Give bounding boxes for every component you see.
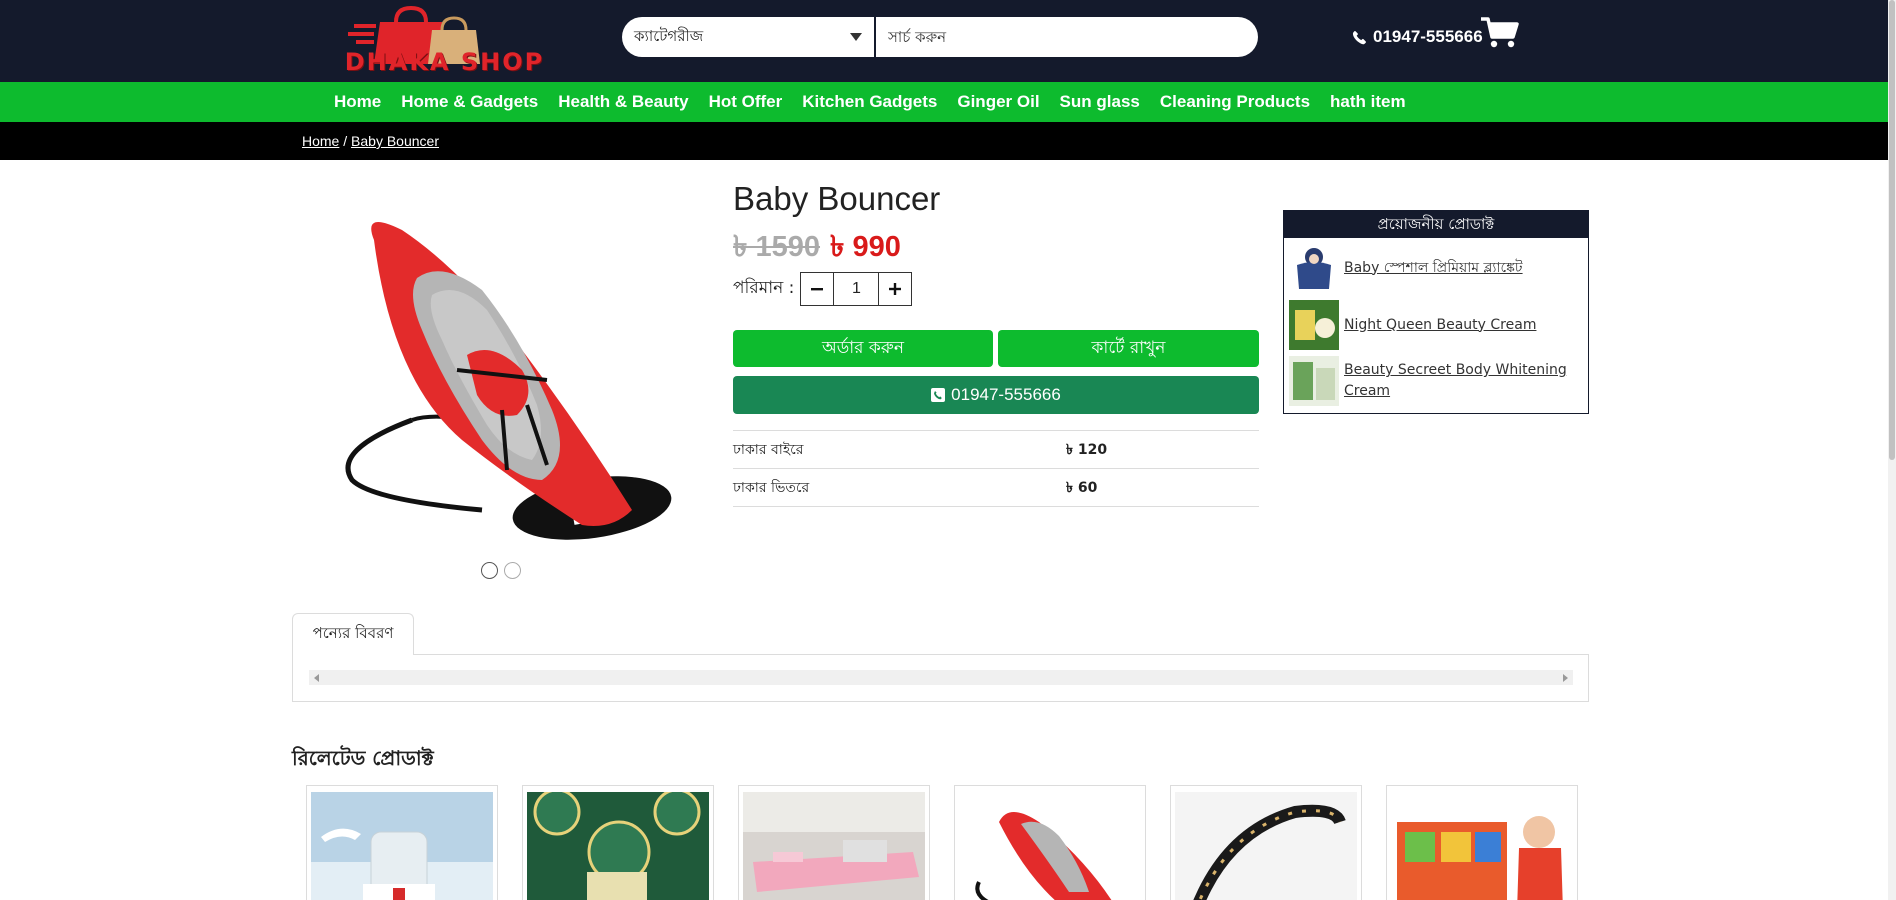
dhaka-shop-logo[interactable]: DHAKA SHOP bbox=[292, 5, 597, 78]
scroll-right-icon[interactable] bbox=[1563, 674, 1568, 682]
shipping-value: ৳ 120 bbox=[1066, 430, 1259, 469]
top-header: DHAKA SHOP ক্যাটেগরীজ 01947-555666 bbox=[0, 0, 1896, 82]
nav-item-sun-glass[interactable]: Sun glass bbox=[1050, 92, 1150, 112]
quantity-row: পরিমান : bbox=[733, 272, 913, 306]
phone-square-icon bbox=[931, 388, 946, 402]
breadcrumb-home-link[interactable]: Home bbox=[302, 133, 339, 149]
baby-bouncer-image bbox=[345, 222, 672, 540]
recommended-item[interactable]: Baby স্পেশাল প্রিমিয়াম ব্ল্যাঙ্কেট bbox=[1289, 243, 1585, 293]
related-product-image bbox=[743, 792, 925, 900]
nav-item-health-beauty[interactable]: Health & Beauty bbox=[548, 92, 698, 112]
call-button-label: 01947-555666 bbox=[951, 385, 1061, 404]
recommended-item-link[interactable]: Beauty Secreet Body Whitening Cream bbox=[1344, 360, 1585, 402]
add-to-cart-label: কার্টে রাখুন bbox=[1091, 337, 1166, 358]
product-image-gallery[interactable] bbox=[292, 180, 704, 560]
order-now-button[interactable]: অর্ডার করুন bbox=[733, 330, 993, 367]
nav-item-kitchen-gadgets[interactable]: Kitchen Gadgets bbox=[792, 92, 947, 112]
call-button[interactable]: 01947-555666 bbox=[733, 376, 1259, 414]
breadcrumb-separator: / bbox=[343, 133, 348, 149]
related-product-card[interactable] bbox=[306, 785, 498, 900]
page-scrollbar[interactable] bbox=[1888, 0, 1896, 900]
product-title: Baby Bouncer bbox=[733, 180, 941, 217]
quantity-stepper bbox=[800, 272, 913, 306]
nav-item-cleaning-products[interactable]: Cleaning Products bbox=[1150, 92, 1320, 112]
logo-text: DHAKA SHOP bbox=[344, 48, 545, 76]
quantity-input[interactable] bbox=[833, 273, 880, 305]
recommended-item[interactable]: Night Queen Beauty Cream bbox=[1289, 300, 1585, 350]
category-select-label: ক্যাটেগরীজ bbox=[634, 27, 704, 45]
shipping-label: ঢাকার ভিতরে bbox=[733, 468, 1066, 507]
scroll-left-icon[interactable] bbox=[314, 674, 319, 682]
description-panel bbox=[292, 654, 1589, 702]
nav-item-hath-item[interactable]: hath item bbox=[1320, 92, 1416, 112]
breadcrumb-bar: Home / Baby Bouncer bbox=[0, 122, 1896, 160]
related-product-card[interactable] bbox=[954, 785, 1146, 900]
nav-item-home[interactable]: Home bbox=[324, 92, 391, 112]
related-product-card[interactable] bbox=[1170, 785, 1362, 900]
add-to-cart-button[interactable]: কার্টে রাখুন bbox=[998, 330, 1259, 367]
tab-description-label: পন্যের বিবরণ bbox=[312, 624, 394, 642]
price-block: ৳ 1590 ৳ 990 bbox=[733, 224, 901, 273]
plus-icon bbox=[889, 283, 902, 295]
table-row: ঢাকার ভিতরে ৳ 60 bbox=[733, 468, 1259, 507]
recommended-products-title: প্রয়োজনীয় প্রোডাক্ট bbox=[1284, 211, 1588, 238]
search-input[interactable] bbox=[876, 17, 1258, 57]
related-product-card[interactable] bbox=[1386, 785, 1578, 900]
cream-thumbnail bbox=[1289, 300, 1339, 350]
related-product-image bbox=[1391, 792, 1573, 900]
recommended-item-link[interactable]: Night Queen Beauty Cream bbox=[1344, 315, 1536, 336]
order-now-label: অর্ডার করুন bbox=[821, 337, 904, 358]
minus-icon bbox=[811, 288, 824, 291]
breadcrumb: Home / Baby Bouncer bbox=[302, 133, 439, 149]
related-product-image bbox=[311, 792, 493, 900]
quantity-increase-button[interactable] bbox=[879, 273, 912, 305]
header-phone-number: 01947-555666 bbox=[1373, 27, 1483, 46]
related-product-card[interactable] bbox=[738, 785, 930, 900]
cart-icon bbox=[1481, 17, 1519, 48]
breadcrumb-current-link[interactable]: Baby Bouncer bbox=[351, 133, 439, 149]
recommended-item[interactable]: Beauty Secreet Body Whitening Cream bbox=[1289, 356, 1585, 406]
whitening-cream-thumbnail bbox=[1289, 356, 1339, 406]
page-scrollbar-thumb[interactable] bbox=[1889, 0, 1895, 460]
recommended-products-box: প্রয়োজনীয় প্রোডাক্ট Baby স্পেশাল প্রিম… bbox=[1283, 210, 1589, 414]
related-products-title: রিলেটেড প্রোডাক্ট bbox=[292, 746, 434, 770]
table-row: ঢাকার বাইরে ৳ 120 bbox=[733, 430, 1259, 469]
tab-description[interactable]: পন্যের বিবরণ bbox=[292, 613, 414, 655]
old-price: ৳ 1590 bbox=[733, 231, 821, 263]
phone-icon bbox=[1352, 30, 1366, 44]
gallery-dot-1[interactable] bbox=[481, 562, 498, 579]
shipping-value: ৳ 60 bbox=[1066, 468, 1259, 507]
blanket-thumbnail bbox=[1289, 243, 1339, 293]
related-product-image bbox=[959, 792, 1141, 900]
related-product-image bbox=[527, 792, 709, 900]
horizontal-scrollbar[interactable] bbox=[309, 670, 1573, 685]
nav-item-hot-offer[interactable]: Hot Offer bbox=[699, 92, 793, 112]
recommended-item-link[interactable]: Baby স্পেশাল প্রিমিয়াম ব্ল্যাঙ্কেট bbox=[1344, 258, 1523, 279]
current-price: ৳ 990 bbox=[830, 231, 901, 263]
nav-item-home-gadgets[interactable]: Home & Gadgets bbox=[391, 92, 548, 112]
caret-down-icon bbox=[850, 33, 862, 41]
main-navigation: Home Home & Gadgets Health & Beauty Hot … bbox=[0, 82, 1896, 122]
search-bar: ক্যাটেগরীজ bbox=[622, 17, 1258, 57]
shipping-label: ঢাকার বাইরে bbox=[733, 430, 1066, 469]
quantity-decrease-button[interactable] bbox=[801, 273, 834, 305]
category-select[interactable]: ক্যাটেগরীজ bbox=[622, 17, 876, 57]
cart-button[interactable] bbox=[1480, 16, 1520, 50]
quantity-label: পরিমান : bbox=[733, 278, 795, 298]
related-product-card[interactable] bbox=[522, 785, 714, 900]
related-product-image bbox=[1175, 792, 1357, 900]
gallery-pagination bbox=[481, 562, 521, 579]
header-phone[interactable]: 01947-555666 bbox=[1352, 27, 1483, 47]
shipping-charges-table: ঢাকার বাইরে ৳ 120 ঢাকার ভিতরে ৳ 60 bbox=[733, 430, 1259, 507]
nav-item-ginger-oil[interactable]: Ginger Oil bbox=[947, 92, 1049, 112]
gallery-dot-2[interactable] bbox=[504, 562, 521, 579]
